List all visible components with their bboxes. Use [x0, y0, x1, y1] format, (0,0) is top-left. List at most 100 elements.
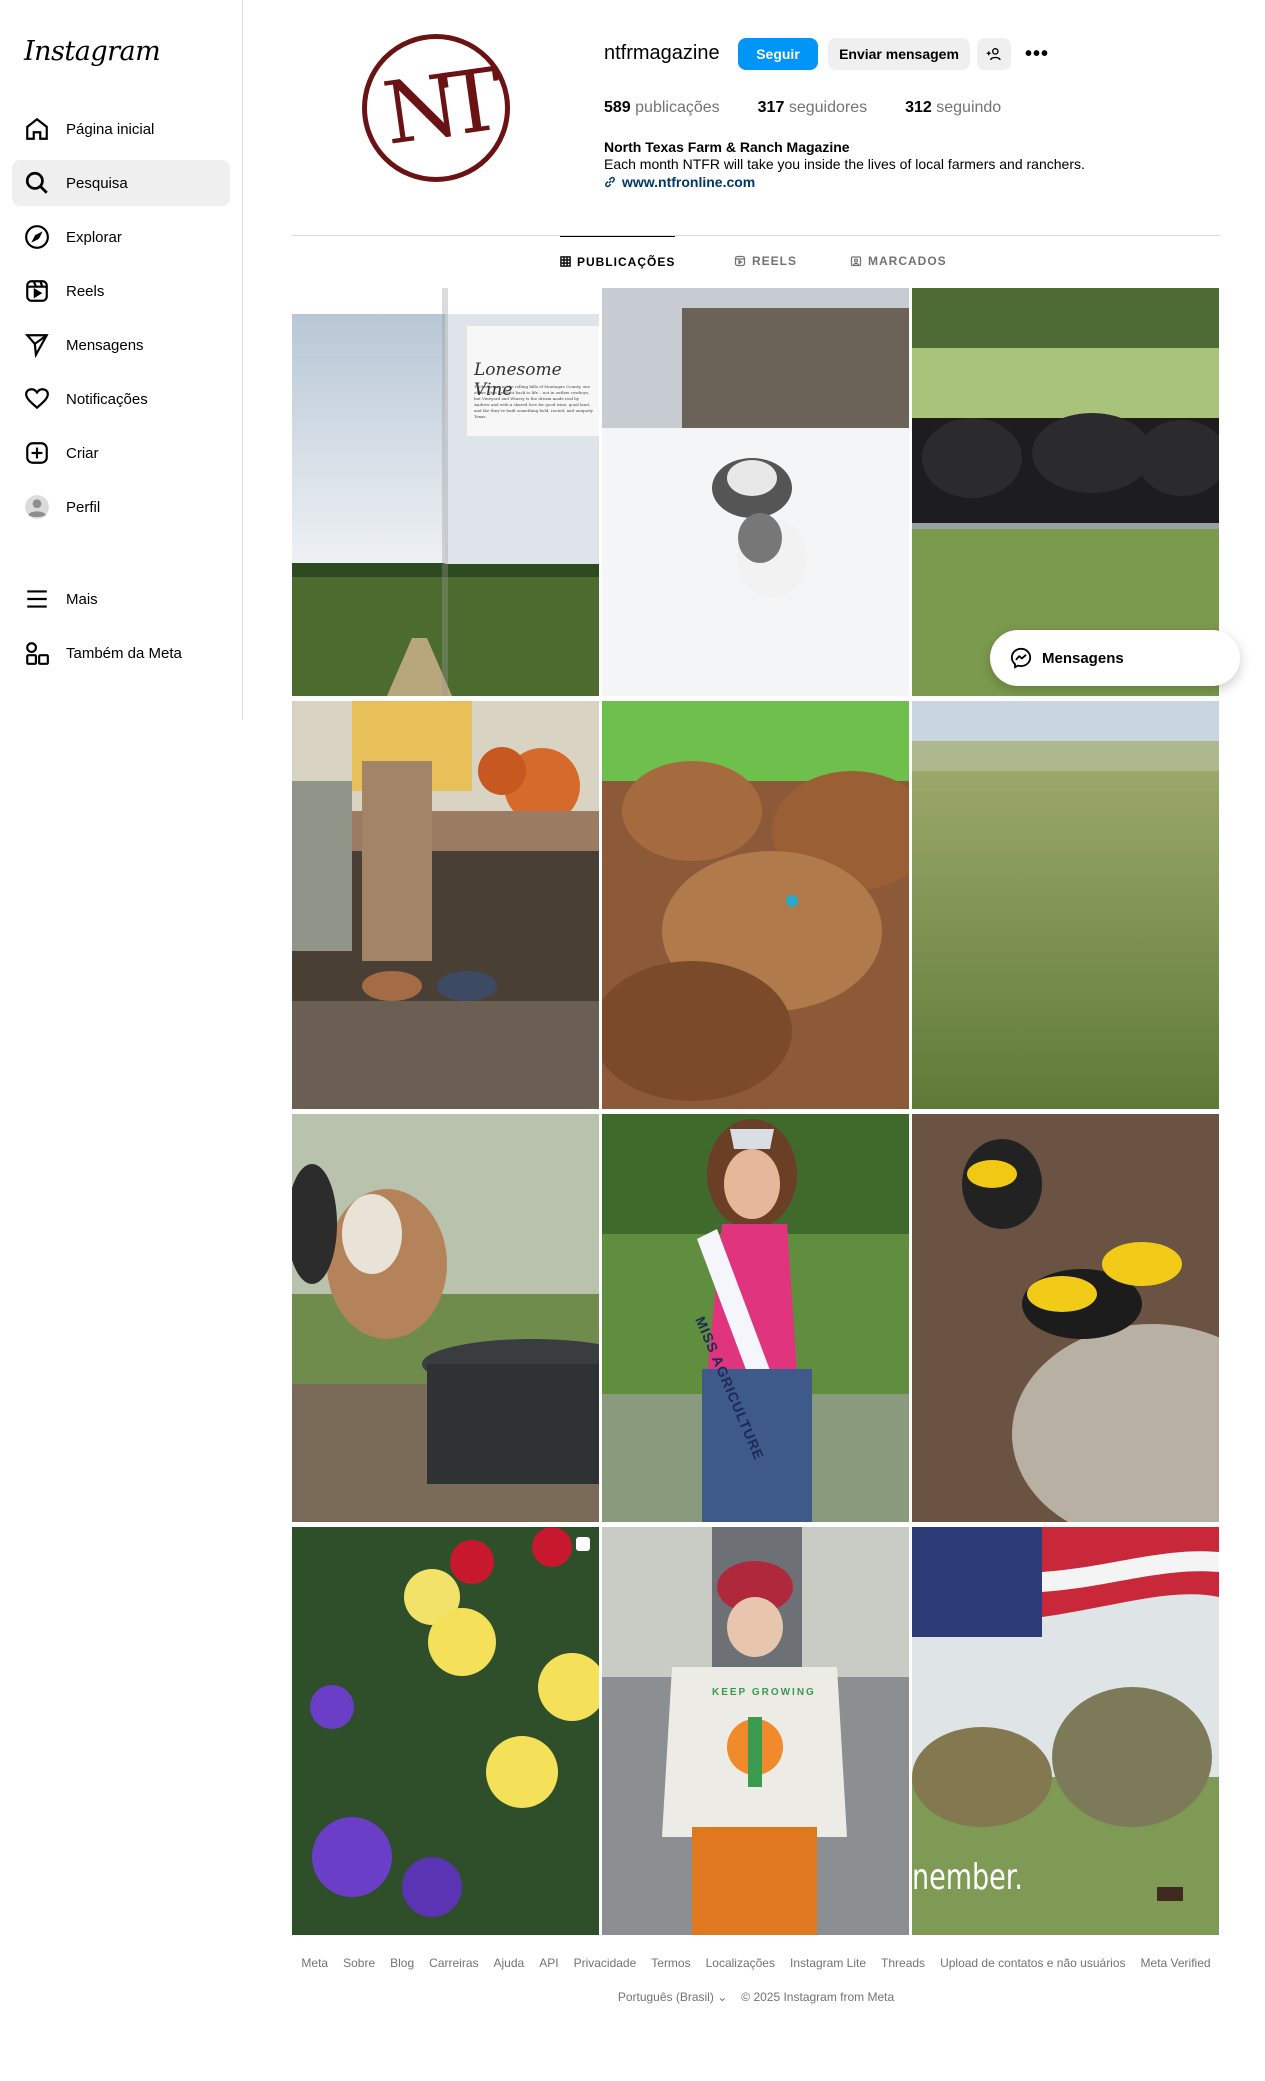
bio-name: North Texas Farm & Ranch Magazine	[604, 139, 850, 155]
nav-label: Perfil	[66, 498, 101, 516]
footer-link[interactable]: Meta	[301, 1956, 328, 1970]
footer-link[interactable]: Carreiras	[429, 1956, 478, 1970]
posts-grid: Lonesome Vine Tucked away in the rolling…	[292, 288, 1219, 1935]
send-message-button[interactable]: Enviar mensagem	[828, 38, 970, 70]
followers-stat[interactable]: 317 seguidores	[758, 99, 867, 117]
avatar-monogram: NT	[377, 51, 495, 165]
footer-link[interactable]: Termos	[651, 1956, 690, 1970]
post-image	[602, 701, 909, 1109]
follow-button[interactable]: Seguir	[738, 38, 818, 70]
post-image	[292, 1527, 599, 1935]
avatar-icon	[25, 495, 49, 519]
plus-square-icon	[26, 442, 48, 464]
nav-label: Criar	[66, 444, 99, 462]
copyright: © 2025 Instagram from Meta	[741, 1990, 895, 2004]
sidebar-nav: Instagram Página inicial Pesquisa Explor…	[0, 0, 243, 720]
profile-tabs: PUBLICAÇÕES REELS MARCADOS	[292, 236, 1220, 286]
nav-item-home[interactable]: Página inicial	[12, 106, 230, 152]
profile-username: ntfrmagazine	[604, 42, 720, 64]
tab-label: MARCADOS	[868, 254, 947, 268]
tab-tagged[interactable]: MARCADOS	[850, 236, 947, 286]
post-thumbnail[interactable]	[292, 1527, 599, 1935]
post-image	[912, 1114, 1219, 1522]
post-thumbnail[interactable]	[292, 701, 599, 1109]
language-selector[interactable]: Português (Brasil) ⌄	[618, 1990, 727, 2004]
nav-label: Também da Meta	[66, 644, 182, 662]
nav-label: Explorar	[66, 228, 122, 246]
add-person-icon	[986, 48, 1001, 61]
post-thumbnail[interactable]	[602, 701, 909, 1109]
post-image	[602, 288, 909, 696]
nav-item-create[interactable]: Criar	[12, 430, 230, 476]
post-thumbnail[interactable]	[602, 288, 909, 696]
messages-float-button[interactable]: Mensagens	[990, 630, 1240, 686]
post-image	[292, 288, 599, 696]
chevron-down-icon: ⌄	[717, 1990, 728, 2004]
heart-icon	[25, 388, 49, 410]
footer-link[interactable]: Ajuda	[494, 1956, 525, 1970]
grid-icon	[560, 256, 571, 267]
tab-label: PUBLICAÇÕES	[577, 254, 676, 269]
footer-link[interactable]: Blog	[390, 1956, 414, 1970]
nav-label: Mensagens	[66, 336, 144, 354]
nav-label: Página inicial	[66, 120, 155, 138]
search-icon	[25, 171, 48, 194]
menu-icon	[27, 590, 47, 608]
nav-item-search[interactable]: Pesquisa	[12, 160, 230, 206]
profile-header: NT ntfrmagazine Seguir Enviar mensagem •…	[290, 0, 1220, 236]
bio-link-text: www.ntfronline.com	[622, 174, 756, 190]
reels-icon	[734, 255, 746, 267]
suggested-accounts-button[interactable]	[977, 38, 1011, 70]
flag-caption: nember.	[912, 1857, 1023, 1898]
messenger-icon	[1010, 647, 1032, 669]
home-icon	[26, 117, 48, 140]
footer-link[interactable]: Sobre	[343, 1956, 375, 1970]
nav-item-reels[interactable]: Reels	[12, 268, 230, 314]
profile-stats: 589 publicações 317 seguidores 312 segui…	[604, 99, 1001, 117]
post-image	[912, 701, 1219, 1109]
following-stat[interactable]: 312 seguindo	[905, 99, 1001, 117]
tab-posts[interactable]: PUBLICAÇÕES	[560, 236, 676, 286]
tagged-icon	[850, 256, 862, 267]
nav-item-also-from-meta[interactable]: Também da Meta	[12, 630, 230, 676]
bio-link[interactable]: www.ntfronline.com	[604, 174, 755, 190]
nav-label: Mais	[66, 590, 98, 608]
messages-float-label: Mensagens	[1042, 649, 1124, 667]
footer-links: Meta Sobre Blog Carreiras Ajuda API Priv…	[292, 1956, 1220, 1970]
post-thumbnail[interactable]	[912, 1114, 1219, 1522]
footer-link[interactable]: Privacidade	[574, 1956, 637, 1970]
posts-stat: 589 publicações	[604, 99, 720, 116]
footer-link[interactable]: Upload de contatos e não usuários	[940, 1956, 1125, 1970]
nav-item-messages[interactable]: Mensagens	[12, 322, 230, 368]
post-thumbnail[interactable]: KEEP GROWING	[602, 1527, 909, 1935]
profile-avatar[interactable]: NT	[362, 34, 510, 182]
instagram-logo[interactable]: Instagram	[24, 36, 161, 67]
post-thumbnail[interactable]: Lonesome Vine Tucked away in the rolling…	[292, 288, 599, 696]
link-icon	[605, 176, 615, 188]
footer-link[interactable]: Localizações	[706, 1956, 775, 1970]
footer-link[interactable]: Instagram Lite	[790, 1956, 866, 1970]
post-image	[292, 701, 599, 1109]
nav-item-profile[interactable]: Perfil	[12, 484, 230, 530]
post-image	[292, 1114, 599, 1522]
magazine-body: Tucked away in the rolling hills of Mont…	[474, 384, 593, 419]
post-thumbnail[interactable]	[292, 1114, 599, 1522]
nav-label: Notificações	[66, 390, 148, 408]
post-thumbnail[interactable]	[912, 701, 1219, 1109]
nav-item-notifications[interactable]: Notificações	[12, 376, 230, 422]
nav-item-more[interactable]: Mais	[12, 576, 230, 622]
tab-reels[interactable]: REELS	[734, 236, 797, 286]
more-options-icon[interactable]: •••	[1020, 38, 1054, 70]
footer-link[interactable]: Threads	[881, 1956, 925, 1970]
send-icon	[24, 334, 49, 358]
footer-link[interactable]: API	[539, 1956, 558, 1970]
post-thumbnail[interactable]: nember.	[912, 1527, 1219, 1935]
footer-link[interactable]: Meta Verified	[1141, 1956, 1211, 1970]
reels-icon	[26, 280, 48, 302]
nav-item-explore[interactable]: Explorar	[12, 214, 230, 260]
post-image	[602, 1527, 909, 1935]
tab-label: REELS	[752, 254, 798, 268]
nav-label: Reels	[66, 282, 105, 300]
apps-icon	[26, 642, 49, 665]
post-thumbnail[interactable]: MISS AGRICULTURE	[602, 1114, 909, 1522]
